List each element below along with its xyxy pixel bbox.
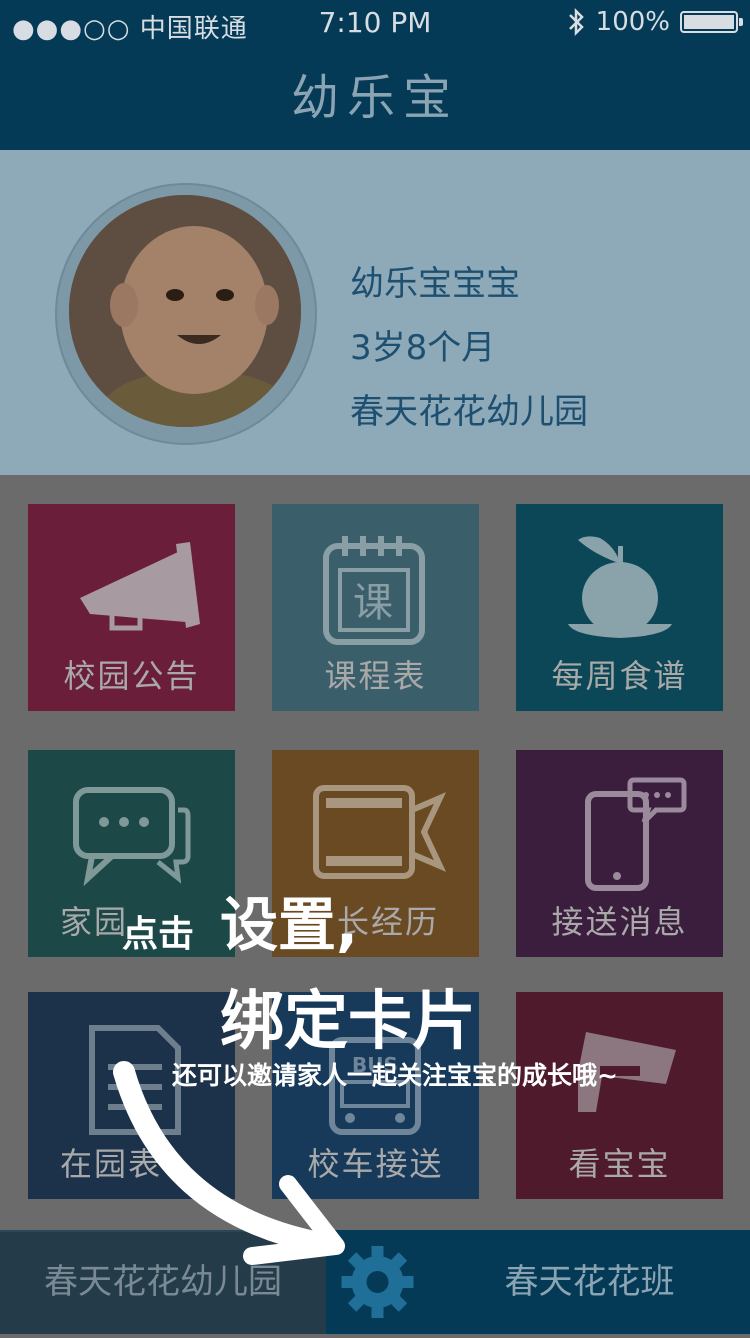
status-bar: ●●●○○ 中国联通 7:10 PM 100% [0,0,750,46]
child-name: 幼乐宝宝宝 [350,264,520,304]
bluetooth-icon [568,7,584,37]
avatar[interactable] [69,195,301,427]
megaphone-icon [80,542,200,631]
tile-label: 课程表 [324,657,427,695]
tile-view-baby[interactable]: 看宝宝 [516,992,723,1199]
hint-line1-prefix: 点击 [122,914,195,955]
class-switch-button[interactable]: 春天花花班 [429,1230,750,1334]
tile-timetable[interactable]: 课 课程表 [272,504,479,711]
battery-percent: 100% [595,7,670,37]
tile-weekly-menu[interactable]: 每周食谱 [516,504,723,711]
tile-pickup-message[interactable]: 接送消息 [516,750,723,957]
arrow-icon [113,1061,345,1265]
chat-icon [73,787,191,887]
hint-line2: 绑定卡片 [220,985,476,1059]
calendar-icon: 课 [323,536,425,645]
calendar-icon-text: 课 [353,580,393,626]
tile-label: 每周食谱 [551,657,688,695]
tile-label: 看宝宝 [568,1145,671,1183]
tile-label: 接送消息 [551,903,688,941]
battery-icon [680,11,743,33]
status-right: 100% [566,7,743,37]
tile-school-notice[interactable]: 校园公告 [28,504,235,711]
phone-message-icon [585,777,687,891]
hint-line1-settings: 设置, [220,891,359,959]
school-name: 春天花花幼儿园 [350,392,588,432]
child-age: 3岁8个月 [350,328,496,368]
page-title: 幼乐宝 [0,46,750,150]
apple-icon [568,536,672,638]
tile-label: 校园公告 [63,657,200,695]
